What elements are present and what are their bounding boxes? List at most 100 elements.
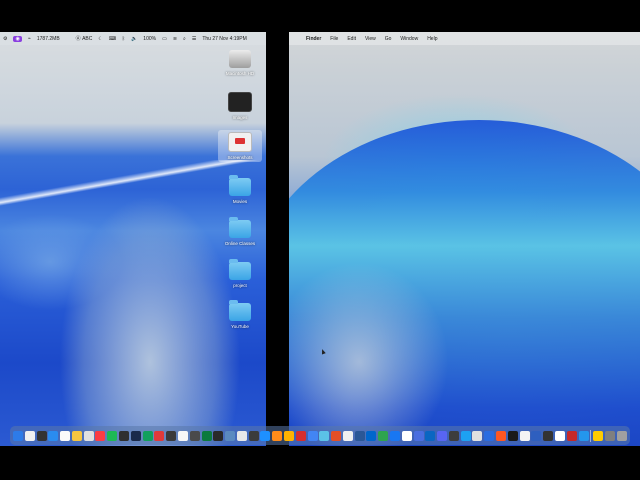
- dock-app-icon[interactable]: [354, 430, 365, 441]
- dock-app-icon[interactable]: [225, 430, 236, 441]
- moon-icon[interactable]: ☾: [98, 36, 102, 42]
- desktop-icon-youtube[interactable]: YouTube: [218, 300, 262, 329]
- menu-app-name[interactable]: Finder: [306, 36, 321, 42]
- memory-usage[interactable]: 1787.2MB: [37, 36, 60, 42]
- dock-app-icon[interactable]: [566, 430, 577, 441]
- dock-app-icon[interactable]: [448, 430, 459, 441]
- dock-app-icon[interactable]: [593, 430, 604, 441]
- dock-app-icon[interactable]: [319, 430, 330, 441]
- dock-app-icon[interactable]: [295, 430, 306, 441]
- dock-app-icon[interactable]: [142, 430, 153, 441]
- bluetooth-icon[interactable]: ᛒ: [122, 36, 125, 42]
- input-source-icon[interactable]: Ⓐ ABC: [76, 35, 93, 43]
- desktop-icon-movies[interactable]: Movies: [218, 175, 262, 204]
- desktop-icon-label: Screenshots: [227, 155, 253, 160]
- menu-edit[interactable]: Edit: [347, 36, 356, 42]
- dock-app-icon[interactable]: [401, 430, 412, 441]
- desktop-icon-images[interactable]: Images: [218, 92, 262, 120]
- desktop-icon-label: Online Classes: [224, 241, 256, 246]
- dock-app-icon[interactable]: [531, 430, 542, 441]
- app-switcher-pill[interactable]: ◉: [13, 35, 22, 42]
- trash-icon[interactable]: [616, 430, 627, 441]
- dock-app-icon[interactable]: [107, 430, 118, 441]
- dock-app-icon[interactable]: [95, 430, 106, 441]
- desktop-icon-project[interactable]: project: [218, 259, 262, 288]
- desktop-icon-macintosh-hd[interactable]: Macintosh HD: [218, 50, 262, 76]
- dock-app-icon[interactable]: [272, 430, 283, 441]
- folder-icon: [229, 300, 251, 321]
- dock-app-icon[interactable]: [437, 430, 448, 441]
- volume-icon[interactable]: 🔈: [131, 36, 137, 42]
- desktop-icon-online-classes[interactable]: Online Classes: [218, 217, 262, 246]
- menu-go[interactable]: Go: [385, 36, 392, 42]
- dock-app-icon[interactable]: [496, 430, 507, 441]
- dock-app-icon[interactable]: [36, 430, 47, 441]
- dock-app-icon[interactable]: [213, 430, 224, 441]
- dock-app-icon[interactable]: [390, 430, 400, 441]
- gear-icon[interactable]: ⚙: [3, 36, 7, 42]
- dock-app-icon[interactable]: [342, 430, 353, 441]
- menu-help[interactable]: Help: [427, 36, 437, 42]
- dock-app-icon[interactable]: [60, 430, 71, 441]
- dock-app-icon[interactable]: [307, 430, 318, 441]
- dock-app-icon[interactable]: [507, 430, 518, 441]
- menu-file[interactable]: File: [330, 36, 338, 42]
- dock-app-icon[interactable]: [154, 430, 165, 441]
- dock-app-icon[interactable]: [166, 430, 177, 441]
- menu-window[interactable]: Window: [400, 36, 418, 42]
- desktop-icon-label: YouTube: [231, 324, 249, 329]
- dock-app-icon[interactable]: [71, 430, 82, 441]
- left-menu-bar: ⚙ ◉ ⍨ 1787.2MB Ⓐ ABC ☾ ⌨ ᛒ 🔈 100% ▭ ≋ ⌕ …: [0, 32, 266, 45]
- battery-percent[interactable]: 100%: [143, 36, 156, 42]
- dock-app-icon[interactable]: [425, 430, 436, 441]
- dock-app-icon[interactable]: [24, 430, 35, 441]
- dock-app-icon[interactable]: [130, 430, 141, 441]
- dock-app-icon[interactable]: [554, 430, 565, 441]
- dock-app-icon[interactable]: [283, 430, 294, 441]
- menu-view[interactable]: View: [365, 36, 376, 42]
- dock-app-icon[interactable]: [331, 430, 342, 441]
- dock-app-icon[interactable]: [189, 430, 200, 441]
- desktop-icon-label: Movies: [232, 199, 248, 204]
- dock-app-icon[interactable]: [48, 430, 59, 441]
- finder-icon[interactable]: [13, 430, 23, 441]
- search-icon[interactable]: ⌕: [183, 36, 186, 42]
- dock-app-icon[interactable]: [460, 430, 471, 441]
- dock-app-icon[interactable]: [378, 430, 389, 441]
- folder-icon: [229, 217, 251, 238]
- dock-app-icon[interactable]: [604, 430, 615, 441]
- menu-extra-icon[interactable]: ⍨: [28, 36, 31, 42]
- images-icon: [228, 92, 252, 112]
- right-menu-bar: Finder File Edit View Go Window Help: [289, 32, 640, 45]
- dock-app-icon[interactable]: [83, 430, 94, 441]
- input-source-label: ABC: [82, 35, 93, 42]
- desktop-icon-label: project: [233, 283, 247, 288]
- dock-app-icon[interactable]: [413, 430, 424, 441]
- dock-app-icon[interactable]: [201, 430, 212, 441]
- control-center-icon[interactable]: ☰: [192, 36, 196, 42]
- drive-icon: [229, 50, 251, 68]
- folder-icon: [229, 259, 251, 280]
- dock-app-icon[interactable]: [472, 430, 483, 441]
- dock-app-icon[interactable]: [119, 430, 130, 441]
- dock-app-icon[interactable]: [260, 430, 271, 441]
- dock-app-icon[interactable]: [519, 430, 530, 441]
- dock: [10, 426, 630, 445]
- folder-icon: [229, 175, 251, 196]
- clock[interactable]: Thu 27 Nov 4:19PM: [202, 36, 246, 42]
- desktop-icon-label: Macintosh HD: [225, 71, 255, 76]
- wifi-icon[interactable]: ≋: [173, 36, 177, 42]
- dock-app-icon[interactable]: [578, 430, 589, 441]
- dock-app-icon[interactable]: [177, 430, 188, 441]
- keyboard-icon[interactable]: ⌨: [109, 36, 116, 42]
- dock-app-icon[interactable]: [484, 430, 495, 441]
- dock-app-icon[interactable]: [248, 430, 259, 441]
- dock-app-icon[interactable]: [543, 430, 554, 441]
- desktop-icon-screenshots[interactable]: Screenshots: [218, 130, 262, 162]
- screenshot-icon: [228, 132, 252, 152]
- dock-app-icon[interactable]: [236, 430, 247, 441]
- dock-app-icon[interactable]: [366, 430, 377, 441]
- battery-icon[interactable]: ▭: [162, 36, 167, 42]
- dock-separator: [590, 429, 592, 442]
- desktop-icon-label: Images: [232, 115, 248, 120]
